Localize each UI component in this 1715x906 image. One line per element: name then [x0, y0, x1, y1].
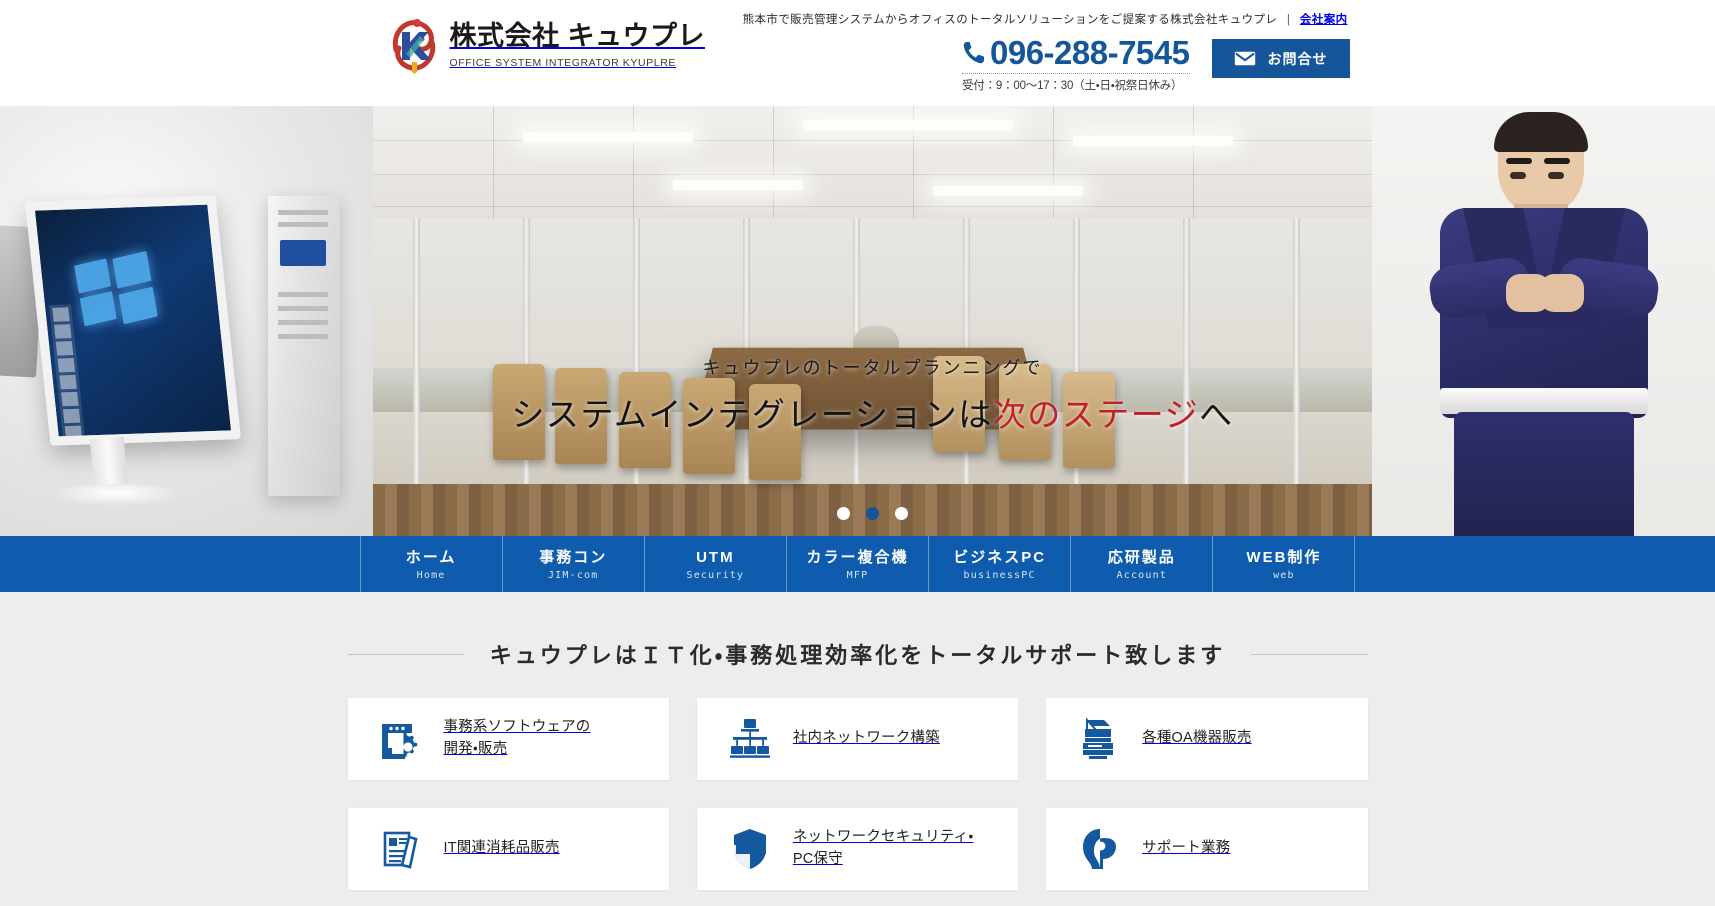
hero-headline-part1: システムインテグレーションは: [511, 398, 993, 434]
site-header: 株式会社 キュウプレ OFFICE SYSTEM INTEGRATOR KYUP…: [0, 0, 1715, 106]
nav-item-web[interactable]: WEB制作 web: [1212, 536, 1356, 592]
nav-item-businesspc[interactable]: ビジネスPC businessPC: [928, 536, 1070, 592]
slider-dot-2[interactable]: [866, 507, 879, 520]
ceiling: [373, 106, 1372, 224]
site-logo[interactable]: 株式会社 キュウプレ OFFICE SYSTEM INTEGRATOR KYUP…: [388, 16, 706, 74]
business-hours: 受付：9：00〜17：30（土・日・祝祭日休み）: [961, 73, 1190, 93]
monitor-base: [52, 484, 180, 506]
service-card-support[interactable]: サポート業務: [1046, 808, 1368, 890]
service-card-software[interactable]: 事務系ソフトウェアの 開発・販売: [347, 698, 669, 780]
copier-icon: [1083, 717, 1114, 759]
section-title: キュウプレはＩＴ化・事務処理効率化をトータルサポート致します: [489, 643, 1226, 668]
nav-item-mfp[interactable]: カラー複合機 MFP: [785, 536, 928, 592]
header-tagline: 熊本市で販売管理システムからオフィスのトータルソリューションをご提案する株式会社…: [743, 11, 1348, 27]
nav-label-ja: カラー複合機: [806, 548, 909, 566]
service-card-label: 事務系ソフトウェアの 開発・販売: [443, 719, 591, 757]
hero-center-image: キュウプレのトータルプランニングで システムインテグレーションは次のステージへ: [373, 106, 1372, 536]
nav-label-en: Account: [1116, 570, 1168, 582]
service-card-label: 各種OA機器販売: [1142, 730, 1252, 747]
service-card-grid: 事務系ソフトウェアの 開発・販売 社内ネットワーク構築 各種OA機器販売 IT関…: [347, 698, 1368, 890]
documents-icon: [383, 831, 418, 869]
heading-rule-left: [347, 653, 464, 655]
nav-label-en: web: [1273, 570, 1295, 582]
mascot-character: [1410, 112, 1680, 536]
nav-label-en: Security: [686, 570, 745, 582]
pc-tower-shape: [268, 196, 340, 496]
slider-dots: [373, 507, 1372, 520]
nav-label-ja: WEB制作: [1246, 548, 1322, 566]
section-heading: キュウプレはＩＴ化・事務処理効率化をトータルサポート致します: [347, 638, 1368, 670]
nav-item-utm[interactable]: UTM Security: [643, 536, 786, 592]
service-card-network[interactable]: 社内ネットワーク構築: [696, 698, 1019, 780]
nav-label-en: MFP: [846, 570, 869, 582]
heading-rule-right: [1251, 653, 1368, 655]
telephone-number[interactable]: 096-288-7545: [990, 36, 1190, 69]
slider-dot-3[interactable]: [895, 507, 908, 520]
header-inner: 株式会社 キュウプレ OFFICE SYSTEM INTEGRATOR KYUP…: [358, 0, 1358, 106]
slider-dot-1[interactable]: [837, 507, 850, 520]
breadcrumb[interactable]: 会社案内: [1300, 14, 1348, 26]
nav-inner: ホーム Home 事務コン JIM-com UTM Security カラー複合…: [359, 536, 1356, 592]
tagline-text: 熊本市で販売管理システムからオフィスのトータルソリューションをご提案する株式会社…: [742, 14, 1278, 26]
nav-label-ja: ホーム: [405, 548, 457, 566]
character-belt: [1440, 388, 1648, 414]
hero-headline: システムインテグレーションは次のステージへ: [373, 388, 1372, 436]
services-section: キュウプレはＩＴ化・事務処理効率化をトータルサポート致します 事務系ソフトウェア…: [0, 592, 1715, 906]
character-hair: [1494, 112, 1588, 152]
windows-logo-icon: [73, 250, 158, 326]
main-navigation: ホーム Home 事務コン JIM-com UTM Security カラー複合…: [0, 536, 1715, 592]
logo-text: 株式会社 キュウプレ OFFICE SYSTEM INTEGRATOR KYUP…: [450, 21, 706, 68]
character-legs: [1454, 412, 1634, 536]
hero-left-image: [0, 106, 373, 536]
mail-icon: [1234, 51, 1255, 66]
logo-subtitle: OFFICE SYSTEM INTEGRATOR KYUPLRE: [449, 56, 677, 69]
hero-subheadline: キュウプレのトータルプランニングで: [702, 358, 1043, 378]
page-root: 株式会社 キュウプレ OFFICE SYSTEM INTEGRATOR KYUP…: [0, 0, 1715, 906]
service-card-label: ネットワークセキュリティ・ PC保守: [792, 829, 974, 867]
nav-label-ja: UTM: [696, 548, 735, 566]
header-contact-area: 096-288-7545 受付：9：00〜17：30（土・日・祝祭日休み） お問…: [961, 36, 1350, 93]
contact-button[interactable]: お問合せ: [1211, 39, 1350, 78]
nav-item-home[interactable]: ホーム Home: [359, 536, 502, 592]
monitor-shape: [25, 195, 241, 446]
service-card-security[interactable]: ネットワークセキュリティ・ PC保守: [696, 808, 1019, 890]
service-card-oa-equipment[interactable]: 各種OA機器販売: [1046, 698, 1368, 780]
hero-right-image: [1372, 106, 1715, 536]
service-card-label: 社内ネットワーク構築: [792, 730, 940, 747]
nav-label-ja: 応研製品: [1107, 548, 1176, 566]
character-hand-right: [1540, 274, 1584, 312]
shield-icon: [733, 829, 766, 869]
nav-item-jimcom[interactable]: 事務コン JIM-com: [501, 536, 644, 592]
software-window-gear-icon: [381, 724, 417, 759]
tagline-separator: |: [1286, 14, 1291, 26]
nav-label-en: Home: [416, 570, 446, 582]
contact-button-label: お問合せ: [1267, 50, 1328, 67]
hero-headline-part2: へ: [1199, 398, 1234, 434]
hero-copy: キュウプレのトータルプランニングで システムインテグレーションは次のステージへ: [373, 354, 1372, 436]
headset-support-icon: [1083, 829, 1117, 869]
logo-title: 株式会社 キュウプレ: [449, 21, 706, 52]
service-card-label: サポート業務: [1142, 840, 1231, 857]
nav-label-ja: ビジネスPC: [953, 548, 1047, 566]
network-tree-icon: [729, 719, 770, 758]
kyuplre-logo-icon: [392, 19, 435, 74]
hero-slider: キュウプレのトータルプランニングで システムインテグレーションは次のステージへ: [0, 106, 1715, 536]
nav-label-ja: 事務コン: [539, 548, 608, 566]
service-card-label: IT関連消耗品販売: [443, 840, 560, 857]
phone-icon: [963, 41, 984, 63]
service-card-consumables[interactable]: IT関連消耗品販売: [347, 808, 669, 890]
nav-label-en: businessPC: [963, 570, 1036, 582]
desktop-pc-photo: [0, 106, 373, 536]
nav-label-en: JIM-com: [547, 570, 599, 582]
nav-item-account[interactable]: 応研製品 Account: [1070, 536, 1212, 592]
telephone-row: 096-288-7545: [962, 36, 1190, 69]
taskbar-shape: [48, 304, 86, 445]
telephone-block: 096-288-7545 受付：9：00〜17：30（土・日・祝祭日休み）: [961, 36, 1190, 93]
hero-headline-highlight: 次のステージ: [992, 398, 1200, 434]
